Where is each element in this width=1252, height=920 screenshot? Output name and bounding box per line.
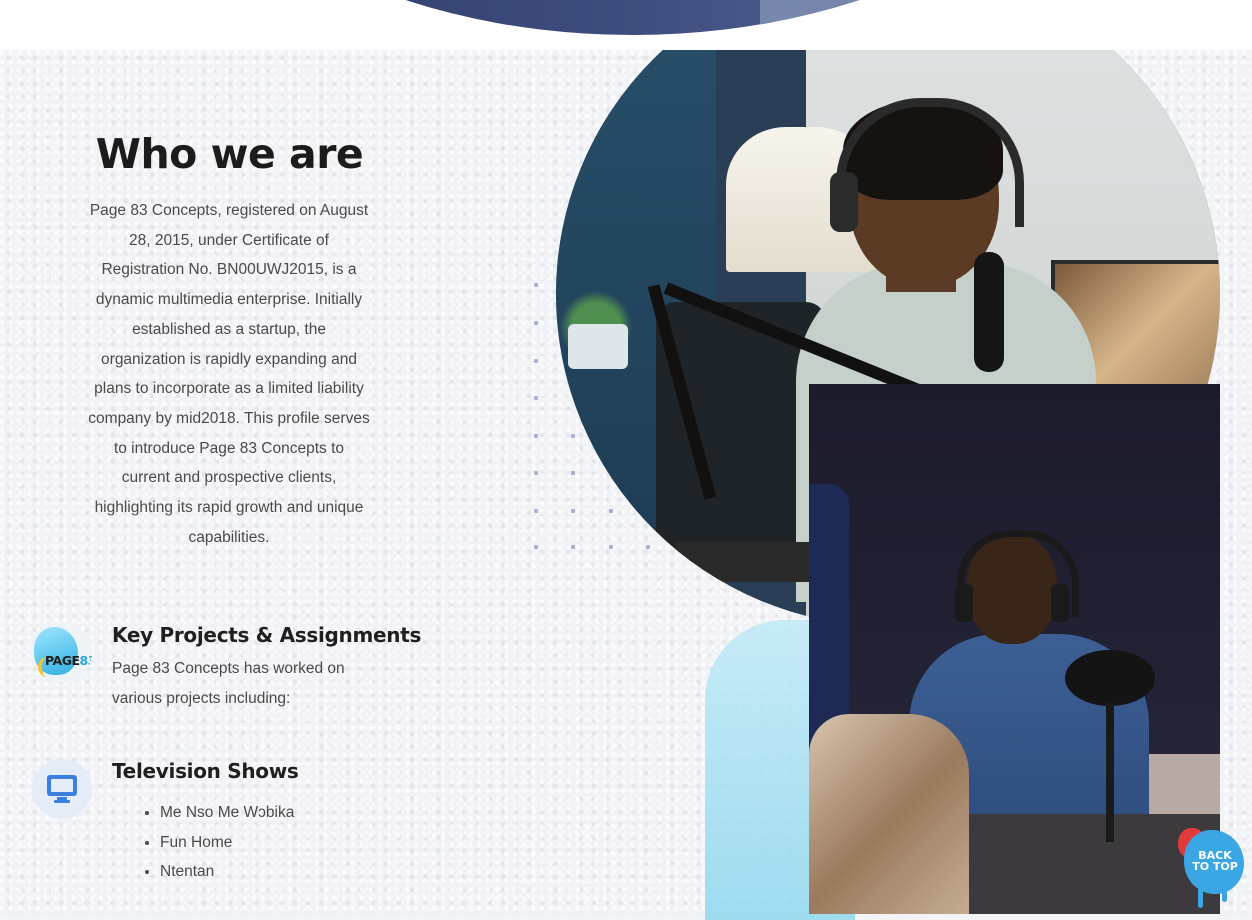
back-to-top-label: TO TOP [1192, 860, 1238, 873]
about-paragraph: Page 83 Concepts, registered on August 2… [88, 202, 370, 546]
monitor-icon [32, 759, 92, 819]
tv-shows-list: Me Nso Me Wɔbika Fun Home Ntentan [140, 798, 294, 887]
list-item: Me Nso Me Wɔbika [160, 798, 294, 828]
podcast-guest-photo [809, 384, 1220, 914]
tv-shows-title: Television Shows [112, 759, 299, 783]
projects-title: Key Projects & Assignments [112, 623, 422, 647]
section-title: Who we are [95, 130, 364, 178]
page83-logo-icon: PAGE83 [32, 623, 92, 683]
projects-description: Page 83 Concepts has worked on various p… [112, 660, 345, 707]
list-item: Fun Home [160, 828, 294, 858]
list-item: Ntentan [160, 857, 294, 887]
back-to-top-button[interactable]: BACK TO TOP [1176, 824, 1246, 910]
logo-text: PAGE [45, 653, 80, 668]
logo-number: 83 [79, 653, 93, 668]
